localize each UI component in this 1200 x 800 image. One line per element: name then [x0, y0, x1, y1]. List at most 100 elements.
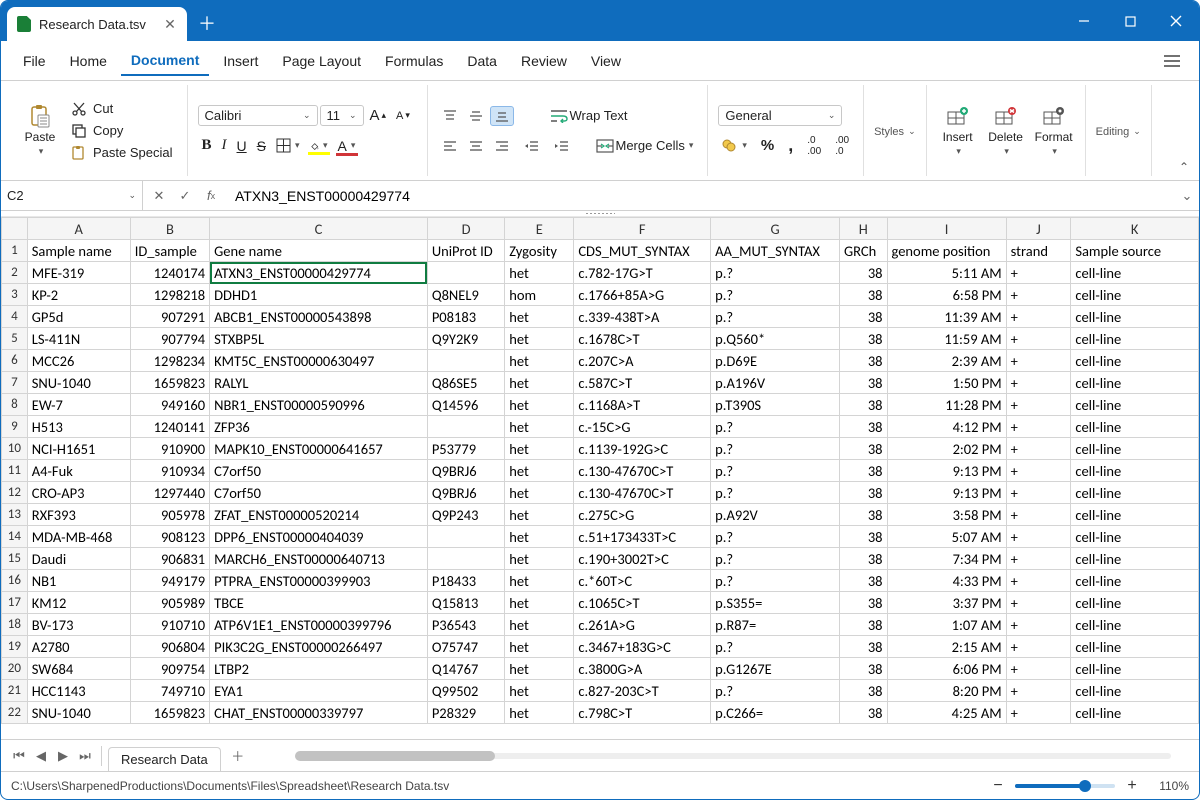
cell[interactable]: DDHD1 — [210, 284, 428, 306]
close-tab-icon[interactable]: ✕ — [163, 17, 177, 31]
cell[interactable]: Q99502 — [427, 680, 504, 702]
cell[interactable]: 1240174 — [130, 262, 209, 284]
cell[interactable]: p.? — [711, 416, 840, 438]
cell[interactable]: + — [1006, 482, 1071, 504]
cell[interactable]: het — [505, 306, 574, 328]
cell[interactable]: KM12 — [27, 592, 130, 614]
row-header[interactable]: 21 — [2, 680, 28, 702]
cell[interactable]: ATXN3_ENST00000429774 — [210, 262, 428, 284]
menu-item-review[interactable]: Review — [511, 47, 577, 75]
align-left-button[interactable] — [438, 136, 462, 156]
cell[interactable] — [427, 526, 504, 548]
horizontal-scrollbar[interactable] — [295, 749, 1171, 763]
cell[interactable]: 38 — [839, 614, 887, 636]
menu-item-formulas[interactable]: Formulas — [375, 47, 453, 75]
strikethrough-button[interactable]: S — [253, 136, 270, 156]
cell[interactable]: CDS_MUT_SYNTAX — [574, 240, 711, 262]
cell[interactable]: + — [1006, 614, 1071, 636]
cell[interactable]: het — [505, 614, 574, 636]
cell[interactable]: 38 — [839, 394, 887, 416]
cell[interactable]: cell-line — [1071, 284, 1199, 306]
cell[interactable]: GRCh — [839, 240, 887, 262]
cell[interactable]: 907794 — [130, 328, 209, 350]
cell[interactable]: RALYL — [210, 372, 428, 394]
cell[interactable]: 905978 — [130, 504, 209, 526]
cell[interactable]: + — [1006, 680, 1071, 702]
cell[interactable]: p.R87= — [711, 614, 840, 636]
column-header-B[interactable]: B — [130, 218, 209, 240]
menu-item-document[interactable]: Document — [121, 46, 209, 76]
number-format-select[interactable]: General⌄ — [718, 105, 842, 126]
cell[interactable]: c.782-17G>T — [574, 262, 711, 284]
row-header[interactable]: 9 — [2, 416, 28, 438]
cell[interactable]: 908123 — [130, 526, 209, 548]
row-header[interactable]: 4 — [2, 306, 28, 328]
cell[interactable]: + — [1006, 328, 1071, 350]
cell[interactable]: het — [505, 482, 574, 504]
row-header[interactable]: 8 — [2, 394, 28, 416]
cell[interactable]: 6:06 PM — [887, 658, 1006, 680]
cell[interactable]: 910934 — [130, 460, 209, 482]
cell[interactable]: c.-15C>G — [574, 416, 711, 438]
cell[interactable]: hom — [505, 284, 574, 306]
cell[interactable]: Zygosity — [505, 240, 574, 262]
cell[interactable]: 9:13 PM — [887, 460, 1006, 482]
cell[interactable]: cell-line — [1071, 614, 1199, 636]
cell[interactable]: cell-line — [1071, 262, 1199, 284]
cell[interactable]: CRO-AP3 — [27, 482, 130, 504]
cell[interactable]: LTBP2 — [210, 658, 428, 680]
cell[interactable]: 11:28 PM — [887, 394, 1006, 416]
cell[interactable]: c.*60T>C — [574, 570, 711, 592]
row-header[interactable]: 14 — [2, 526, 28, 548]
cell[interactable]: c.275C>G — [574, 504, 711, 526]
cell[interactable]: cell-line — [1071, 306, 1199, 328]
cell[interactable]: cell-line — [1071, 482, 1199, 504]
cell[interactable]: c.1139-192G>C — [574, 438, 711, 460]
row-header[interactable]: 7 — [2, 372, 28, 394]
cell[interactable]: 906831 — [130, 548, 209, 570]
increase-indent-button[interactable] — [550, 136, 574, 156]
maximize-button[interactable] — [1107, 1, 1153, 41]
cell[interactable]: cell-line — [1071, 658, 1199, 680]
cell[interactable]: 38 — [839, 284, 887, 306]
cell[interactable]: cell-line — [1071, 680, 1199, 702]
cell[interactable]: EYA1 — [210, 680, 428, 702]
cell[interactable]: 2:15 AM — [887, 636, 1006, 658]
cell[interactable]: het — [505, 702, 574, 724]
row-header[interactable]: 5 — [2, 328, 28, 350]
cut-button[interactable]: Cut — [67, 99, 177, 119]
percent-format-button[interactable]: % — [757, 135, 778, 156]
cell[interactable]: 2:39 AM — [887, 350, 1006, 372]
cell[interactable]: het — [505, 526, 574, 548]
cell[interactable]: + — [1006, 372, 1071, 394]
cell[interactable]: 5:07 AM — [887, 526, 1006, 548]
cell[interactable]: c.339-438T>A — [574, 306, 711, 328]
cell[interactable]: c.1766+85A>G — [574, 284, 711, 306]
row-header[interactable]: 17 — [2, 592, 28, 614]
cell[interactable]: Q8NEL9 — [427, 284, 504, 306]
increase-decimal-button[interactable]: .0.00 — [803, 133, 825, 159]
styles-label[interactable]: Styles — [874, 126, 904, 138]
column-header-K[interactable]: K — [1071, 218, 1199, 240]
copy-button[interactable]: Copy — [67, 121, 177, 141]
cell[interactable]: Q15813 — [427, 592, 504, 614]
cell[interactable]: MDA-MB-468 — [27, 526, 130, 548]
cell[interactable]: Q9Y2K9 — [427, 328, 504, 350]
cell[interactable]: MFE-319 — [27, 262, 130, 284]
bold-button[interactable]: B — [198, 135, 216, 156]
cell[interactable]: cell-line — [1071, 394, 1199, 416]
zoom-slider[interactable] — [1015, 784, 1115, 788]
cell[interactable]: HCC1143 — [27, 680, 130, 702]
zoom-out-button[interactable]: − — [989, 777, 1007, 795]
cell[interactable]: 38 — [839, 526, 887, 548]
close-window-button[interactable] — [1153, 1, 1199, 41]
increase-font-button[interactable]: A▴ — [366, 105, 391, 126]
cell[interactable]: cell-line — [1071, 460, 1199, 482]
cell[interactable]: P18433 — [427, 570, 504, 592]
cell[interactable]: BV-173 — [27, 614, 130, 636]
cell[interactable]: 38 — [839, 658, 887, 680]
cell[interactable]: 38 — [839, 482, 887, 504]
wrap-text-button[interactable]: Wrap Text — [546, 106, 632, 125]
align-right-button[interactable] — [490, 136, 514, 156]
name-box[interactable]: C2 ⌄ — [1, 181, 143, 210]
